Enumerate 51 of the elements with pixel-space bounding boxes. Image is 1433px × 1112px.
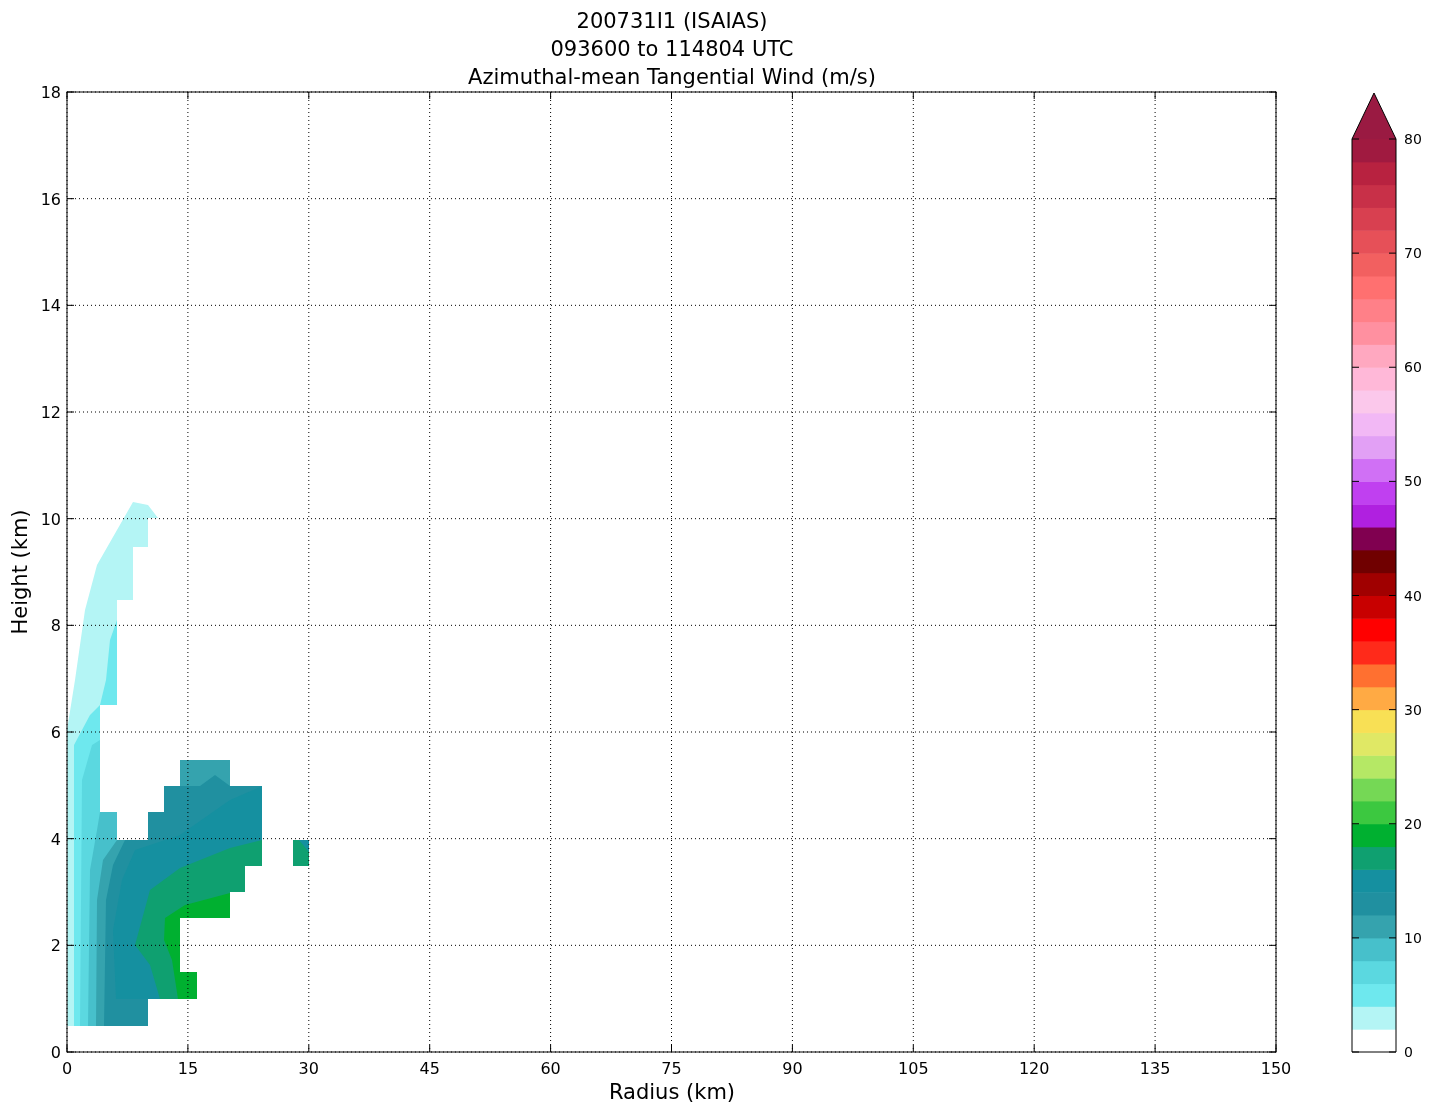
y-tick-label: 10	[40, 509, 61, 529]
tick-mark	[1388, 252, 1397, 254]
x-tick-label: 75	[661, 1059, 682, 1078]
tick-mark	[1388, 138, 1397, 140]
y-tick-label: 8	[50, 616, 61, 636]
x-tick-label: 0	[61, 1059, 73, 1078]
tick-mark	[1351, 595, 1360, 596]
colorbar-tick-label: 80	[1404, 131, 1422, 147]
tick-mark	[1351, 252, 1360, 254]
colorbar-tick-label: 30	[1404, 701, 1422, 718]
x-axis-label: Radius (km)	[608, 1080, 736, 1104]
colorbar-tick-label: 40	[1404, 587, 1422, 604]
y-tick-label: 2	[50, 936, 61, 956]
y-tick-label: 16	[40, 189, 61, 209]
x-tick-label: 30	[298, 1059, 319, 1078]
tick-mark	[1351, 366, 1360, 368]
tick-mark	[1388, 480, 1397, 482]
tick-mark	[1388, 823, 1397, 825]
y-tick-label: 4	[50, 829, 61, 849]
tick-mark	[1351, 937, 1360, 939]
y-tick-label: 6	[50, 723, 61, 742]
y-axis-label: Height (km)	[8, 509, 32, 635]
tick-mark	[1388, 366, 1397, 368]
tick-mark	[1388, 709, 1397, 711]
y-tick-label: 12	[40, 403, 61, 422]
chart-title: 200731I1 (ISAIAS)	[576, 9, 768, 33]
y-tick-label: 18	[40, 83, 61, 102]
x-tick-label: 15	[177, 1059, 199, 1078]
tick-mark	[1351, 480, 1360, 482]
colorbar-tick-label: 70	[1404, 245, 1422, 262]
tick-mark	[1351, 709, 1360, 711]
tick-mark	[1388, 595, 1397, 596]
x-tick-label: 90	[782, 1059, 803, 1078]
x-tick-label: 60	[540, 1059, 561, 1078]
x-tick-label: 135	[1139, 1059, 1171, 1078]
x-tick-label: 150	[1260, 1059, 1292, 1078]
y-tick-label: 14	[40, 296, 61, 316]
tick-mark	[1351, 138, 1360, 140]
colorbar-tick-label: 60	[1404, 359, 1422, 376]
tick-mark	[1351, 823, 1360, 825]
x-tick-label: 45	[419, 1059, 440, 1078]
x-tick-label: 120	[1018, 1059, 1050, 1078]
tick-mark	[1388, 937, 1397, 939]
colorbar-tick-label: 10	[1404, 929, 1422, 946]
y-tick-label: 0	[50, 1043, 61, 1062]
chart-title: Azimuthal-mean Tangential Wind (m/s)	[468, 65, 876, 89]
colorbar-tick-label: 0	[1404, 1044, 1413, 1060]
chart-title: 093600 to 114804 UTC	[550, 37, 794, 61]
colorbar-tick-label: 50	[1404, 473, 1422, 490]
colorbar-tick-label: 20	[1404, 815, 1422, 832]
x-tick-label: 105	[898, 1059, 929, 1078]
